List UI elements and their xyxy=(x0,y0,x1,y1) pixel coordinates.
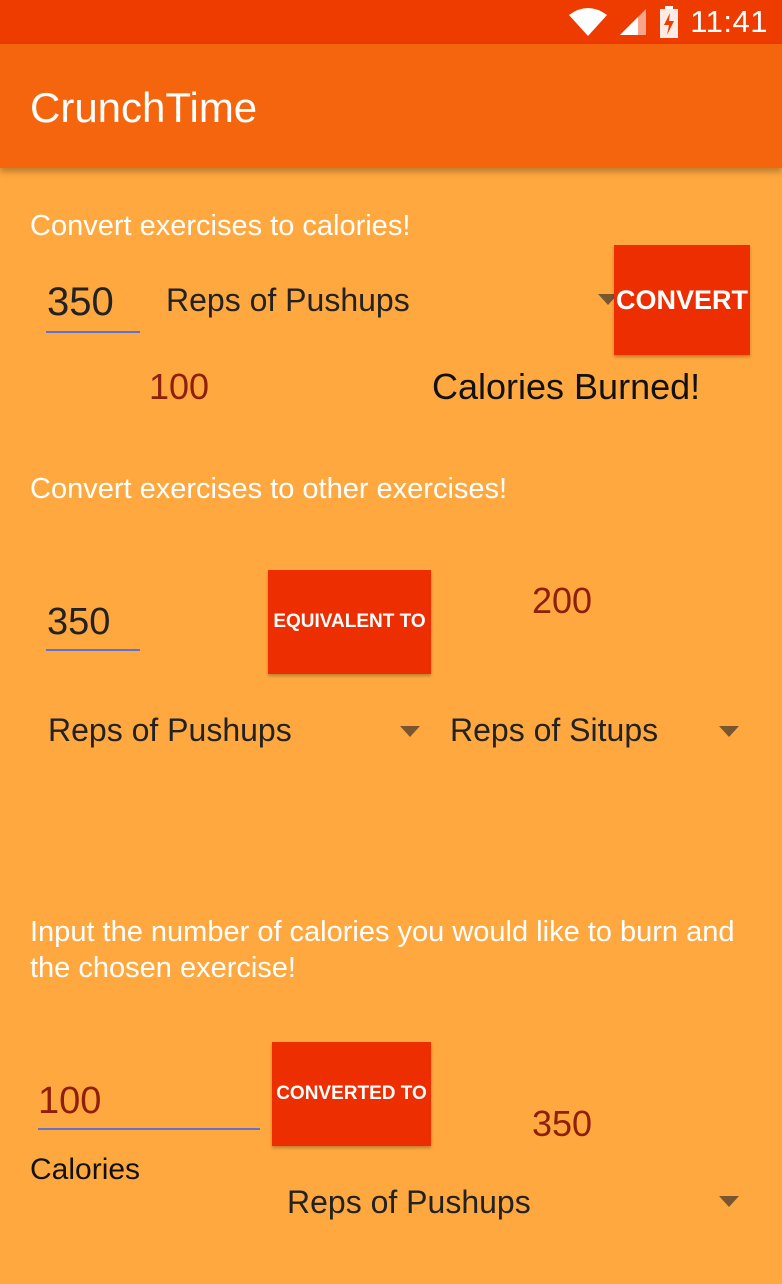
convert-button[interactable]: CONVERT xyxy=(614,245,750,355)
equivalent-result-value: 200 xyxy=(532,580,593,621)
converted-to-button[interactable]: CONVERTED TO xyxy=(272,1042,431,1146)
dropdown-arrow-icon xyxy=(719,1196,739,1207)
equivalent-to-button[interactable]: EQUIVALENT TO xyxy=(268,570,431,674)
app-bar: CrunchTime xyxy=(0,44,782,168)
app-title: CrunchTime xyxy=(30,84,258,131)
dropdown-arrow-icon xyxy=(400,726,420,737)
from-exercise-spinner[interactable]: Reps of Pushups xyxy=(48,710,423,754)
calories-goal-input[interactable]: 100 xyxy=(38,1080,101,1123)
equivalent-reps-underline xyxy=(46,649,140,651)
to-exercise-spinner-label: Reps of Situps xyxy=(450,712,659,748)
calories-goal-label: Calories xyxy=(30,1153,141,1186)
battery-charging-icon xyxy=(660,6,679,38)
section-exercises-title: Convert exercises to other exercises! xyxy=(30,473,508,505)
dropdown-arrow-icon xyxy=(719,726,739,737)
goal-exercise-spinner[interactable]: Reps of Pushups xyxy=(287,1182,747,1226)
section-goal-title: Input the number of calories you would l… xyxy=(30,916,735,984)
status-bar: 11:41 xyxy=(0,0,782,44)
status-time: 11:41 xyxy=(690,4,768,39)
calories-result-value: 100 xyxy=(149,366,210,407)
exercise-spinner-label: Reps of Pushups xyxy=(166,282,410,318)
calories-goal-underline xyxy=(38,1128,260,1130)
equivalent-reps-input[interactable]: 350 xyxy=(47,601,110,644)
reps-input-underline xyxy=(46,331,140,333)
section-calories-title: Convert exercises to calories! xyxy=(30,210,411,242)
to-exercise-spinner[interactable]: Reps of Situps xyxy=(450,710,745,754)
from-exercise-spinner-label: Reps of Pushups xyxy=(48,712,292,748)
status-icons: 11:41 xyxy=(568,0,768,44)
calories-burned-label: Calories Burned! xyxy=(432,366,701,407)
wifi-icon xyxy=(569,8,608,36)
reps-input[interactable]: 350 xyxy=(47,280,114,325)
goal-result-value: 350 xyxy=(532,1103,593,1144)
cell-signal-icon xyxy=(620,9,647,35)
exercise-spinner[interactable]: Reps of Pushups xyxy=(166,280,618,324)
goal-exercise-spinner-label: Reps of Pushups xyxy=(287,1184,531,1220)
